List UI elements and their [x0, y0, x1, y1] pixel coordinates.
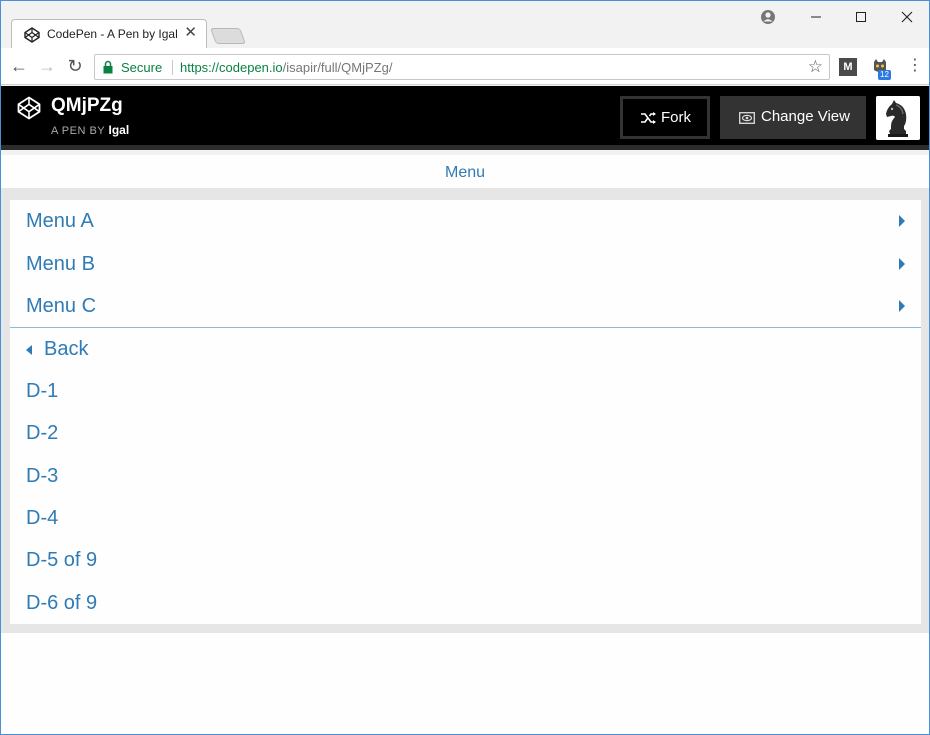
pen-title: QMjPZg	[51, 95, 123, 116]
chevron-right-icon	[899, 300, 905, 312]
sub-item-label: D-3	[26, 465, 59, 487]
profile-icon[interactable]	[753, 5, 783, 27]
chevron-left-icon	[26, 345, 32, 355]
fork-icon	[641, 112, 656, 124]
menu-panel-frame: Menu A Menu B Menu C Back D-1 D-2 D-3 D-…	[1, 193, 929, 633]
back-item[interactable]: Back	[10, 328, 921, 370]
url-text: https://codepen.io/isapir/full/QMjPZg/	[180, 60, 392, 75]
fork-label: Fork	[661, 109, 691, 126]
menu-item-c[interactable]: Menu C	[10, 285, 921, 327]
chevron-right-icon	[899, 215, 905, 227]
browser-window: CodePen - A Pen by Igal ✕ ← → ↻ Secure h…	[0, 0, 930, 735]
list-item[interactable]: D-2	[10, 412, 921, 454]
forward-arrow-icon[interactable]: →	[36, 55, 58, 77]
eye-icon	[739, 112, 755, 124]
secure-label: Secure	[121, 60, 163, 75]
menu-title[interactable]: Menu	[445, 164, 485, 181]
menu-item-b[interactable]: Menu B	[10, 243, 921, 285]
list-item[interactable]: D-5 of 9	[10, 539, 921, 581]
browser-menu-icon[interactable]: ⋮	[907, 57, 923, 75]
lock-icon	[103, 60, 113, 74]
minimize-button[interactable]	[801, 5, 831, 27]
menu-panel: Menu A Menu B Menu C Back D-1 D-2 D-3 D-…	[10, 200, 921, 624]
pen-author-link[interactable]: Igal	[109, 123, 130, 137]
fork-button[interactable]: Fork	[620, 96, 710, 139]
new-tab-button[interactable]	[210, 28, 246, 44]
pen-result-page: Menu Menu A Menu B Menu C Back D-1 D-2 D…	[1, 155, 929, 734]
codepen-icon	[24, 27, 40, 43]
menu-item-label: Menu B	[26, 253, 95, 275]
sub-item-label: D-1	[26, 380, 59, 402]
codepen-logo-icon[interactable]	[17, 96, 41, 120]
url-path: /isapir/full/QMjPZg/	[282, 60, 393, 75]
sub-item-label: D-2	[26, 422, 59, 444]
codepen-header: QMjPZg A PEN BY Igal Fork Change View	[1, 86, 929, 150]
tab-title: CodePen - A Pen by Igal	[47, 27, 178, 41]
url-host: https://codepen.io	[180, 60, 283, 75]
browser-tab[interactable]: CodePen - A Pen by Igal ✕	[11, 19, 207, 48]
list-item[interactable]: D-6 of 9	[10, 582, 921, 624]
extension-m-icon[interactable]: M	[839, 58, 857, 76]
address-bar[interactable]: Secure https://codepen.io/isapir/full/QM…	[94, 54, 830, 80]
change-view-button[interactable]: Change View	[720, 96, 866, 139]
maximize-button[interactable]	[846, 5, 876, 27]
list-item[interactable]: D-4	[10, 497, 921, 539]
back-arrow-icon[interactable]: ←	[8, 55, 30, 77]
back-label: Back	[44, 338, 89, 360]
menu-bar: Menu	[1, 155, 929, 193]
reload-icon[interactable]: ↻	[64, 55, 86, 77]
sub-item-label: D-4	[26, 507, 59, 529]
extension-badge: 12	[878, 70, 891, 80]
sub-item-label: D-5 of 9	[26, 549, 98, 571]
bookmark-star-icon[interactable]: ☆	[808, 57, 823, 77]
avatar[interactable]	[876, 96, 920, 140]
pen-by-label: A PEN BY	[51, 125, 105, 137]
pen-byline: A PEN BY Igal	[51, 123, 129, 137]
browser-toolbar: ← → ↻ Secure https://codepen.io/isapir/f…	[1, 48, 929, 85]
list-item[interactable]: D-3	[10, 455, 921, 497]
chess-knight-avatar-icon	[876, 96, 920, 140]
close-window-button[interactable]	[892, 5, 922, 27]
change-view-label: Change View	[761, 108, 850, 125]
sub-item-label: D-6 of 9	[26, 592, 98, 614]
chevron-right-icon	[899, 258, 905, 270]
menu-item-label: Menu A	[26, 210, 94, 232]
title-bar: CodePen - A Pen by Igal ✕	[1, 1, 929, 48]
url-separator	[172, 60, 173, 75]
menu-item-a[interactable]: Menu A	[10, 200, 921, 242]
tab-close-icon[interactable]: ✕	[184, 24, 197, 42]
list-item[interactable]: D-1	[10, 370, 921, 412]
menu-item-label: Menu C	[26, 295, 97, 317]
